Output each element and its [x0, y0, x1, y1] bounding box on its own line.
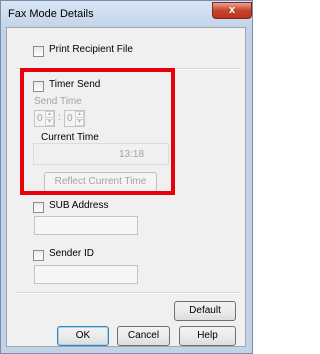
separator — [15, 292, 240, 294]
cancel-button[interactable]: Cancel — [117, 326, 170, 346]
chevron-up-icon: ▲ — [77, 111, 82, 117]
hour-spinbox[interactable]: 0 ▲ ▼ — [34, 110, 55, 127]
current-time-label: Current Time — [41, 132, 99, 143]
close-button[interactable]: x — [212, 2, 252, 19]
sender-id-label: Sender ID — [49, 248, 95, 259]
separator — [15, 68, 240, 70]
ok-button[interactable]: OK — [57, 326, 109, 346]
hour-up-button[interactable]: ▲ — [45, 111, 54, 118]
minute-up-button[interactable]: ▲ — [75, 111, 84, 118]
send-time-label: Send Time — [34, 96, 82, 107]
print-recipient-file-label: Print Recipient File — [49, 44, 133, 55]
current-time-value: 13:18 — [119, 149, 145, 160]
reflect-current-time-button[interactable]: Reflect Current Time — [44, 172, 157, 192]
time-separator: : — [58, 112, 61, 123]
sender-id-field[interactable] — [34, 265, 138, 284]
minute-spinbox[interactable]: 0 ▲ ▼ — [64, 110, 85, 127]
chevron-up-icon: ▲ — [47, 111, 52, 117]
help-button[interactable]: Help — [179, 326, 236, 346]
sender-id-checkbox[interactable] — [33, 250, 44, 261]
chevron-down-icon: ▼ — [77, 119, 82, 125]
dialog-content: Print Recipient File Timer Send Send Tim… — [6, 27, 246, 347]
close-icon: x — [228, 4, 236, 16]
print-recipient-file-checkbox[interactable] — [33, 46, 44, 57]
sub-address-field[interactable] — [34, 216, 138, 235]
chevron-down-icon: ▼ — [47, 119, 52, 125]
hour-value: 0 — [37, 113, 43, 124]
sub-address-label: SUB Address — [49, 200, 109, 211]
sub-address-checkbox[interactable] — [33, 202, 44, 213]
timer-send-label: Timer Send — [49, 79, 101, 90]
current-time-box: 13:18 — [33, 143, 169, 165]
minute-down-button[interactable]: ▼ — [75, 119, 84, 126]
dialog-title: Fax Mode Details — [8, 8, 94, 20]
hour-down-button[interactable]: ▼ — [45, 119, 54, 126]
timer-send-checkbox[interactable] — [33, 81, 44, 92]
default-button[interactable]: Default — [174, 301, 236, 321]
minute-value: 0 — [67, 113, 73, 124]
